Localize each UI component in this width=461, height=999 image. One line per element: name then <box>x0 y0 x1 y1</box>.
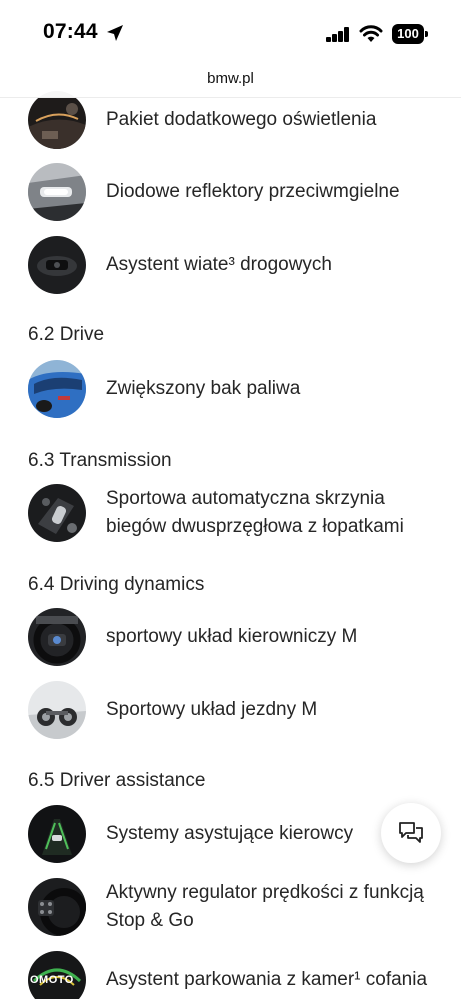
list-item[interactable]: Pakiet dodatkowego oświetlenia <box>28 91 448 149</box>
url-text: bmw.pl <box>207 70 254 87</box>
wifi-icon <box>359 25 383 42</box>
fog-light-image <box>28 163 86 221</box>
item-label: sportowy układ kierowniczy M <box>106 626 358 647</box>
list-item[interactable]: Sportowa automatyczna skrzynia biegów dw… <box>28 484 448 542</box>
item-label: Sportowy układ jezdny M <box>106 699 318 720</box>
watermark-logo: OMOTO <box>28 966 88 999</box>
status-time: 07:44 <box>43 20 98 43</box>
item-label: Diodowe reflektory przeciwmgielne <box>106 181 400 202</box>
browser-url-bar[interactable]: bmw.pl <box>0 66 461 98</box>
list-item[interactable]: sportowy układ kierowniczy M <box>28 608 448 666</box>
item-label: Sportowa automatyczna skrzynia biegów dw… <box>106 485 404 541</box>
watermark-text: OMOTO <box>30 974 74 986</box>
equipment-list: Pakiet dodatkowego oświetlenia Diodowe r… <box>0 91 461 999</box>
driver-assist-image <box>28 805 86 863</box>
item-label: Systemy asystujące kierowcy <box>106 823 354 844</box>
section-heading-driving-dynamics: 6.4 Driving dynamics <box>28 574 205 595</box>
chat-button[interactable] <box>381 803 441 863</box>
list-item[interactable]: Asystent wiate³ drogowych <box>28 236 448 294</box>
section-heading-transmission: 6.3 Transmission <box>28 450 172 471</box>
interior-lighting-image <box>28 91 86 149</box>
blue-car-image <box>28 360 86 418</box>
item-label: Asystent wiate³ drogowych <box>106 254 332 275</box>
status-bar: 07:44 100 <box>0 0 461 66</box>
list-item[interactable]: Aktywny regulator prędkości z funkcją St… <box>28 878 448 936</box>
list-item[interactable]: Asystent parkowania z kamer¹ cofania <box>28 951 448 999</box>
section-heading-drive: 6.2 Drive <box>28 324 105 345</box>
item-label: Zwiększony bak paliwa <box>106 378 301 399</box>
item-label: Aktywny regulator prędkości z funkcją St… <box>106 879 424 935</box>
battery-level: 100 <box>392 24 424 44</box>
location-arrow-icon <box>107 25 123 41</box>
item-label: Pakiet dodatkowego oświetlenia <box>106 109 377 130</box>
list-item[interactable]: Zwiększony bak paliwa <box>28 360 448 418</box>
item-label-line: Stop & Go <box>106 910 194 931</box>
gear-selector-image <box>28 484 86 542</box>
cellular-signal-icon <box>326 27 350 42</box>
list-item[interactable]: Diodowe reflektory przeciwmgielne <box>28 163 448 221</box>
item-label-line: Sportowa automatyczna skrzynia <box>106 488 385 509</box>
cruise-control-image <box>28 878 86 936</box>
battery-icon: 100 <box>392 24 428 44</box>
list-item[interactable]: Sportowy układ jezdny M <box>28 681 448 739</box>
item-label-line: Aktywny regulator prędkości z funkcją <box>106 882 424 903</box>
steering-wheel-image <box>28 608 86 666</box>
item-label: Asystent parkowania z kamer¹ cofania <box>106 969 428 990</box>
suspension-image <box>28 681 86 739</box>
chat-bubbles-icon <box>399 822 423 843</box>
high-beam-assistant-image <box>28 236 86 294</box>
section-heading-driver-assistance: 6.5 Driver assistance <box>28 770 206 791</box>
item-label-line: biegów dwusprzęgłowa z łopatkami <box>106 516 404 537</box>
